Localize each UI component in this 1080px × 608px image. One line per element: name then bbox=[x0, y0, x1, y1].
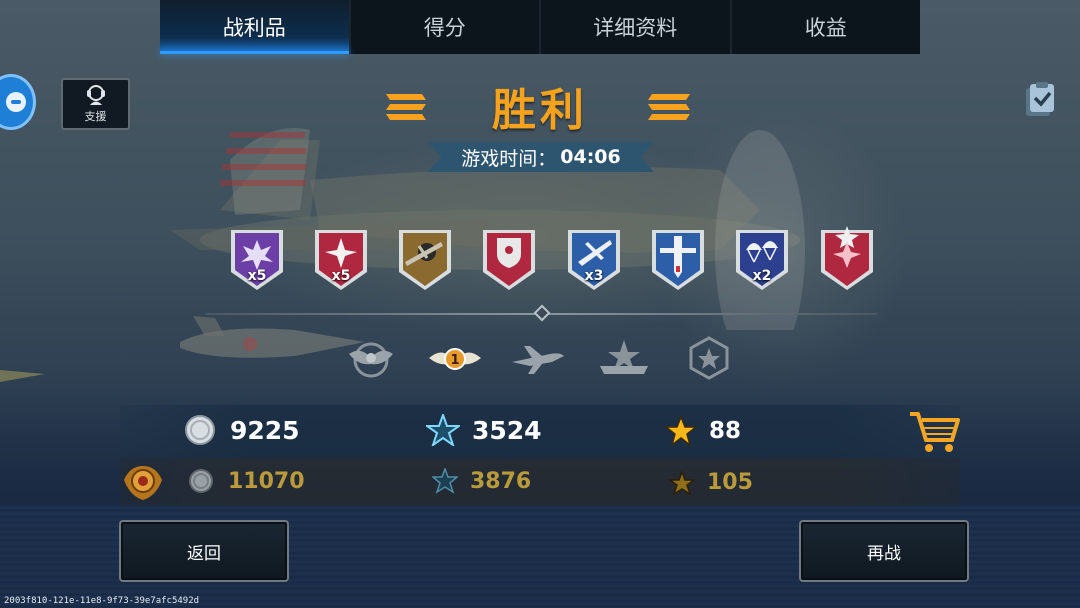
play-again-button[interactable]: 再战 bbox=[799, 520, 969, 582]
silver-coin-icon bbox=[185, 415, 215, 445]
support-button[interactable]: 支援 bbox=[61, 78, 130, 130]
tab-details[interactable]: 详细资料 bbox=[541, 0, 732, 54]
session-id: 2003f810-121e-11e8-9f73-39e7afc5492d bbox=[4, 596, 200, 606]
gold-value: 88 bbox=[709, 418, 742, 444]
premium-gold-reward: 105 bbox=[669, 470, 753, 495]
game-time-value: 04:06 bbox=[560, 146, 621, 168]
silver-coin-icon bbox=[189, 469, 213, 493]
tab-bar: 战利品 得分 详细资料 收益 bbox=[160, 0, 920, 54]
medal-multiplier: x5 bbox=[331, 268, 351, 284]
shop-cart-icon[interactable] bbox=[908, 410, 960, 454]
tab-earnings[interactable]: 收益 bbox=[732, 0, 921, 54]
svg-text:1: 1 bbox=[450, 353, 459, 368]
background-plane-edge-image bbox=[0, 370, 45, 382]
tab-score[interactable]: 得分 bbox=[351, 0, 541, 54]
medal-multiplier: x2 bbox=[752, 268, 772, 284]
wing-1-rank-icon[interactable]: 1 bbox=[427, 336, 483, 380]
premium-silver-reward: 11070 bbox=[188, 468, 305, 494]
blue-star-icon bbox=[426, 414, 460, 446]
medal-multiplier: x5 bbox=[247, 268, 267, 284]
medal-plane[interactable]: x3 bbox=[566, 226, 622, 292]
xp-value: 3524 bbox=[472, 415, 542, 445]
gold-star-icon bbox=[669, 470, 695, 495]
medal-shield[interactable] bbox=[481, 226, 537, 292]
clipboard-check-icon[interactable] bbox=[1022, 82, 1056, 118]
shield-medal-icon bbox=[483, 230, 535, 290]
game-time-banner: 游戏时间： 04:06 bbox=[428, 142, 654, 172]
premium-xp-value: 3876 bbox=[470, 468, 532, 494]
support-label: 支援 bbox=[84, 110, 107, 123]
premium-silver-value: 11070 bbox=[228, 468, 305, 494]
star-ribbon-rank-icon[interactable] bbox=[596, 336, 652, 380]
plane-rank-icon[interactable] bbox=[510, 336, 566, 380]
hex-star-rank-icon[interactable] bbox=[681, 336, 737, 380]
diving-plane-medal-icon bbox=[652, 230, 704, 290]
toggle-icon bbox=[6, 92, 26, 112]
silver-value: 9225 bbox=[230, 415, 300, 445]
game-time-label: 游戏时间： bbox=[461, 147, 557, 170]
eagle-rank-icon[interactable] bbox=[343, 336, 399, 380]
crashed-plane-medal-icon bbox=[399, 230, 451, 290]
xp-reward: 3524 bbox=[426, 414, 542, 446]
pilot-icon bbox=[86, 85, 105, 105]
premium-badge-icon bbox=[124, 466, 162, 500]
chevrons-right-icon bbox=[648, 94, 690, 120]
premium-rewards-row: 11070 3876 105 bbox=[120, 458, 960, 506]
double-star-medal-icon bbox=[821, 226, 873, 290]
gold-star-icon bbox=[665, 416, 697, 446]
medal-diving-plane[interactable] bbox=[650, 226, 706, 292]
blue-star-icon bbox=[432, 468, 458, 494]
medal-parachute[interactable]: x2 bbox=[734, 226, 790, 292]
premium-xp-reward: 3876 bbox=[432, 468, 531, 494]
tab-loot[interactable]: 战利品 bbox=[160, 0, 351, 54]
medal-explosion[interactable]: x5 bbox=[229, 226, 285, 292]
medal-double-star[interactable] bbox=[819, 226, 875, 292]
medal-crashed-plane[interactable] bbox=[397, 226, 453, 292]
victory-title: 胜利 bbox=[492, 85, 588, 136]
back-button[interactable]: 返回 bbox=[119, 520, 289, 582]
victory-header: 胜利 bbox=[380, 78, 700, 136]
menu-toggle-button[interactable] bbox=[0, 74, 36, 130]
silver-reward: 9225 bbox=[184, 414, 300, 446]
chevrons-left-icon bbox=[386, 94, 426, 120]
gold-reward: 88 bbox=[665, 416, 741, 446]
premium-gold-value: 105 bbox=[707, 470, 753, 495]
rewards-row: 9225 3524 88 bbox=[120, 405, 960, 458]
medal-multiplier: x3 bbox=[584, 268, 604, 284]
medal-star[interactable]: x5 bbox=[313, 226, 369, 292]
